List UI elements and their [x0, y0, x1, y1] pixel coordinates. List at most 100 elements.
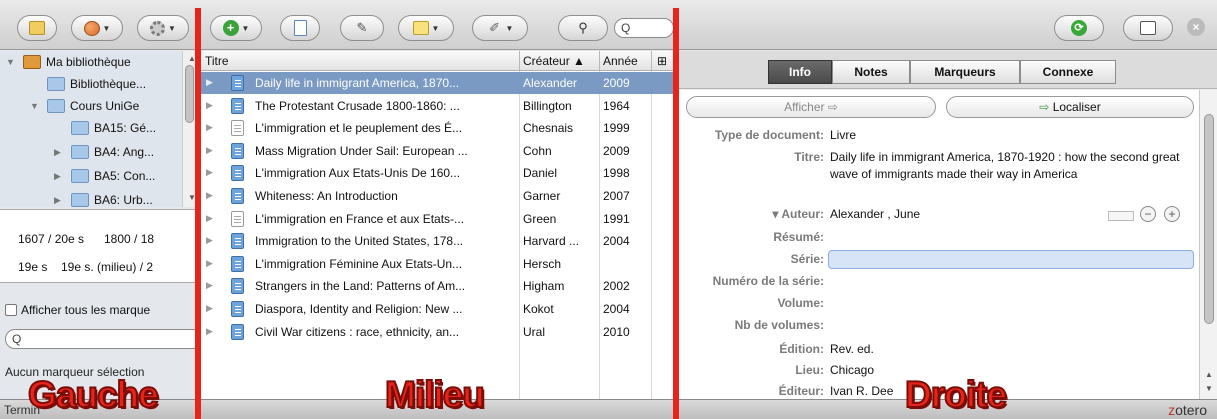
expand-item-icon[interactable]: ▶ — [206, 122, 213, 133]
dropdown-arrow-icon: ▼ — [431, 23, 440, 33]
folder-icon — [71, 121, 89, 135]
tree-scroll-thumb[interactable] — [185, 65, 194, 123]
folder-icon — [47, 99, 65, 113]
show-all-tags-checkbox-row[interactable]: Afficher tous les marque — [5, 303, 150, 317]
expand-item-icon[interactable]: ▶ — [206, 235, 213, 246]
collection-item[interactable]: Bibliothèque... — [30, 73, 146, 95]
disclosure-collapsed-icon[interactable]: ▶ — [54, 147, 66, 158]
item-row[interactable]: ▶ Immigration to the United States, 178..… — [201, 230, 673, 252]
item-row[interactable]: ▶ The Protestant Crusade 1800-1860: ... Bi… — [201, 95, 673, 117]
author-label[interactable]: ▾ Auteur: — [678, 207, 824, 221]
column-year[interactable]: Année — [603, 54, 638, 68]
new-item-from-page-button[interactable] — [280, 15, 320, 41]
item-creator: Alexander — [523, 76, 578, 90]
column-title[interactable]: Titre — [205, 54, 229, 68]
tag-item[interactable]: 1800 / 18 — [104, 232, 154, 246]
tag-filter-input[interactable]: Q — [5, 329, 196, 349]
dropdown-arrow-icon: ▼ — [505, 23, 514, 33]
tag-item[interactable]: 19e s — [18, 260, 47, 274]
item-pane-scroll-thumb[interactable] — [1204, 114, 1214, 324]
column-creator[interactable]: Créateur ▲ — [523, 54, 585, 68]
item-row[interactable]: ▶ L'immigration en France et aux Etats-..… — [201, 208, 673, 230]
close-icon[interactable]: × — [1187, 18, 1205, 36]
tab-info[interactable]: Info — [768, 60, 832, 84]
sync-button[interactable]: ⟳ — [1054, 15, 1104, 41]
advanced-search-button[interactable]: ⚲ — [558, 15, 608, 41]
book-icon — [231, 255, 244, 272]
tag-item[interactable]: 1607 / 20e s — [18, 232, 84, 246]
num-volumes-label: Nb de volumes: — [734, 318, 824, 332]
expand-item-icon[interactable]: ▶ — [206, 167, 213, 178]
new-group-button[interactable]: ▼ — [71, 15, 123, 41]
expand-item-icon[interactable]: ▶ — [206, 258, 213, 269]
new-item-button[interactable]: + ▼ — [210, 15, 262, 41]
item-row[interactable]: ▶ Civil War citizens : race, ethnicity, a… — [201, 321, 673, 343]
tree-scrollbar[interactable]: ▲ ▼ — [182, 51, 196, 207]
expand-item-icon[interactable]: ▶ — [206, 280, 213, 291]
collection-tree: ▼ Ma bibliothèque Bibliothèque... ▼ Cours Un… — [0, 51, 182, 207]
expand-item-icon[interactable]: ▶ — [206, 303, 213, 314]
author-swap-field[interactable] — [1108, 211, 1134, 221]
item-row[interactable]: ▶ L'immigration et le peuplement des É...… — [201, 117, 673, 139]
series-field[interactable] — [828, 250, 1194, 269]
tab-related[interactable]: Connexe — [1020, 60, 1116, 84]
add-creator-button[interactable]: + — [1164, 206, 1180, 222]
disclosure-collapsed-icon[interactable]: ▶ — [54, 171, 66, 182]
item-row[interactable]: ▶ Strangers in the Land: Patterns of Am..… — [201, 275, 673, 297]
item-row[interactable]: ▶ L'immigration Aux Etats-Unis De 160... D… — [201, 162, 673, 184]
library-icon — [23, 55, 41, 69]
collection-item[interactable]: ▼ Cours UniGe — [30, 95, 139, 117]
collection-item[interactable]: ▶ BA4: Ang... — [54, 141, 154, 163]
expand-item-icon[interactable]: ▶ — [206, 77, 213, 88]
expand-item-icon[interactable]: ▶ — [206, 326, 213, 337]
column-picker-icon[interactable]: ⊞ — [657, 54, 667, 68]
add-by-identifier-button[interactable]: ✎ — [340, 15, 384, 41]
item-row[interactable]: ▶ Diaspora, Identity and Religion: New ..… — [201, 298, 673, 320]
item-creator: Ural — [523, 324, 546, 339]
collection-item[interactable]: ▼ Ma bibliothèque — [6, 51, 131, 73]
remove-creator-button[interactable]: − — [1140, 206, 1156, 222]
disclosure-expanded-icon[interactable]: ▼ — [6, 57, 18, 67]
tab-tags[interactable]: Marqueurs — [910, 60, 1020, 84]
disclosure-collapsed-icon[interactable]: ▶ — [54, 195, 66, 206]
refresh-icon: ⟳ — [1071, 20, 1087, 36]
edition-value[interactable]: Rev. ed. — [830, 342, 874, 356]
publisher-value[interactable]: Ivan R. Dee — [830, 384, 893, 398]
new-collection-button[interactable] — [17, 15, 57, 41]
actions-button[interactable]: ▼ — [137, 15, 189, 41]
add-attachment-button[interactable]: ✐ ▼ — [472, 15, 528, 41]
left-pane: ▼ Ma bibliothèque Bibliothèque... ▼ Cours Un… — [0, 51, 196, 399]
collection-label: BA4: Ang... — [94, 145, 155, 159]
title-value[interactable]: Daily life in immigrant America, 1870-19… — [830, 149, 1190, 183]
collection-item[interactable]: ▶ BA6: Urb... — [54, 189, 153, 211]
disclosure-expanded-icon[interactable]: ▼ — [30, 101, 42, 111]
tab-notes[interactable]: Notes — [832, 60, 910, 84]
item-pane-scrollbar[interactable]: ▲ ▼ — [1199, 90, 1217, 399]
book-icon — [231, 323, 244, 340]
item-title: Mass Migration Under Sail: European ... — [255, 143, 468, 158]
expand-item-icon[interactable]: ▶ — [206, 100, 213, 111]
collection-item[interactable]: BA15: Gé... — [54, 117, 156, 139]
new-note-button[interactable]: ▼ — [398, 15, 454, 41]
collection-label: BA5: Con... — [94, 169, 156, 183]
item-type-value[interactable]: Livre — [830, 128, 856, 142]
item-row[interactable]: ▶ Daily life in immigrant America, 1870..… — [201, 72, 673, 94]
item-pane: Info Notes Marqueurs Connexe Afficher ⇨ … — [678, 51, 1217, 399]
expand-item-icon[interactable]: ▶ — [206, 213, 213, 224]
scroll-up-icon[interactable]: ▲ — [1205, 370, 1213, 379]
collection-item[interactable]: ▶ BA5: Con... — [54, 165, 155, 187]
show-all-tags-checkbox[interactable] — [5, 304, 17, 316]
item-row[interactable]: ▶ L'immigration Féminine Aux Etats-Un... H… — [201, 253, 673, 275]
place-value[interactable]: Chicago — [830, 363, 874, 377]
tag-item[interactable]: 19e s. (milieu) / 2 — [61, 260, 153, 274]
expand-item-icon[interactable]: ▶ — [206, 145, 213, 156]
expand-item-icon[interactable]: ▶ — [206, 190, 213, 201]
view-button[interactable]: Afficher ⇨ — [686, 96, 936, 118]
item-row[interactable]: ▶ Whiteness: An Introduction Garner 2007 — [201, 185, 673, 207]
item-row[interactable]: ▶ Mass Migration Under Sail: European ...… — [201, 140, 673, 162]
author-value[interactable]: Alexander , June — [830, 207, 920, 221]
scroll-down-icon[interactable]: ▼ — [1205, 384, 1213, 393]
search-input[interactable]: Q — [614, 18, 674, 38]
locate-button[interactable]: ⇨ Localiser — [946, 96, 1194, 118]
fullscreen-button[interactable] — [1123, 15, 1173, 41]
